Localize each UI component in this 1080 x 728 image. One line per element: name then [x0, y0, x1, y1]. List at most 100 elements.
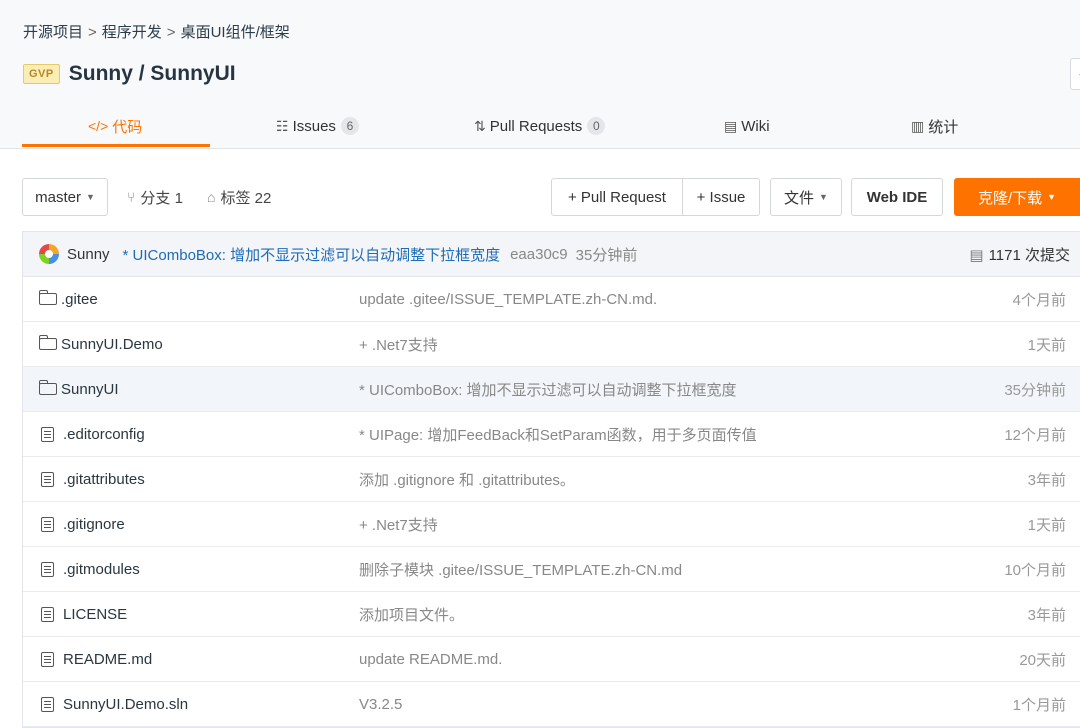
file-commit-message[interactable]: * UIComboBox: 增加不显示过滤可以自动调整下拉框宽度: [359, 379, 737, 400]
tab-wiki[interactable]: ▤ Wiki: [724, 104, 770, 148]
folder-icon: [38, 335, 57, 350]
repo-title-row: GVP Sunny / SunnyUI: [23, 62, 236, 86]
web-ide-button[interactable]: Web IDE: [851, 178, 943, 216]
file-icon: [41, 651, 54, 667]
file-commit-time: 3年前: [1027, 471, 1066, 489]
pull-request-icon: ⇅: [474, 117, 486, 134]
commit-log-icon: ▤: [969, 246, 984, 264]
tags-label: 标签 22: [220, 189, 272, 207]
branch-select[interactable]: master ▼: [22, 178, 108, 216]
file-commit-message[interactable]: + .Net7支持: [359, 514, 438, 535]
author-avatar[interactable]: [39, 244, 59, 264]
table-row[interactable]: .gitattributes 添加 .gitignore 和 .gitattri…: [23, 457, 1080, 502]
file-icon: [41, 606, 54, 622]
file-commit-message[interactable]: 添加 .gitignore 和 .gitattributes。: [359, 469, 575, 490]
file-icon: [41, 696, 54, 712]
clone-label: 克隆/下载: [977, 189, 1043, 207]
tags-link[interactable]: ⌂ 标签 22: [207, 178, 271, 216]
commit-message[interactable]: * UIComboBox: 增加不显示过滤可以自动调整下拉框宽度: [123, 244, 501, 265]
repo-toolbar: master ▼ ⑂ 分支 1 ⌂ 标签 22 + Pull Request +…: [0, 178, 1080, 216]
file-name[interactable]: .gitattributes: [63, 471, 145, 488]
file-commit-time: 1天前: [1027, 336, 1066, 354]
breadcrumb-item[interactable]: 桌面UI组件/框架: [181, 24, 290, 41]
file-commit-time: 1天前: [1027, 516, 1066, 534]
commit-time: 35分钟前: [575, 246, 638, 264]
file-commit-time: 4个月前: [1012, 291, 1066, 309]
file-name[interactable]: SunnyUI: [61, 381, 119, 398]
tab-stats[interactable]: ▥ 统计: [911, 104, 958, 148]
table-row[interactable]: LICENSE 添加项目文件。 3年前: [23, 592, 1080, 637]
file-name[interactable]: SunnyUI.Demo: [61, 336, 163, 353]
new-issue-label: + Issue: [696, 188, 746, 206]
tab-label: 代码: [112, 118, 143, 136]
tab-code[interactable]: </> 代码: [88, 104, 142, 148]
breadcrumb: 开源项目 > 程序开发 > 桌面UI组件/框架: [23, 21, 290, 42]
new-issue-button[interactable]: + Issue: [682, 178, 760, 216]
file-commit-time: 10个月前: [1004, 561, 1066, 579]
table-row[interactable]: .gitee update .gitee/ISSUE_TEMPLATE.zh-C…: [23, 277, 1080, 322]
wiki-icon: ▤: [724, 117, 738, 134]
table-row[interactable]: .gitignore + .Net7支持 1天前: [23, 502, 1080, 547]
file-icon: [41, 426, 54, 442]
breadcrumb-item[interactable]: 程序开发: [102, 24, 162, 41]
file-commit-time: 35分钟前: [1004, 381, 1066, 399]
folder-icon: [38, 290, 57, 305]
file-icon: [41, 471, 54, 487]
file-name[interactable]: .gitee: [61, 291, 98, 308]
file-commit-message[interactable]: + .Net7支持: [359, 334, 438, 355]
file-name[interactable]: LICENSE: [63, 606, 127, 623]
clone-download-button[interactable]: 克隆/下载 ▼: [954, 178, 1080, 216]
branch-icon: ⑂: [127, 189, 136, 205]
tab-label: Issues: [292, 117, 336, 135]
file-name[interactable]: .gitmodules: [63, 561, 140, 578]
file-commit-time: 1个月前: [1012, 696, 1066, 714]
file-commit-message[interactable]: 添加项目文件。: [359, 604, 464, 625]
tag-icon: ⌂: [207, 189, 216, 205]
file-name[interactable]: .editorconfig: [63, 426, 145, 443]
table-row[interactable]: SunnyUI.Demo + .Net7支持 1天前: [23, 322, 1080, 367]
file-commit-message[interactable]: V3.2.5: [359, 696, 402, 713]
file-commit-message[interactable]: 删除子模块 .gitee/ISSUE_TEMPLATE.zh-CN.md: [359, 559, 682, 580]
chart-icon: ▥: [911, 117, 925, 134]
branches-label: 分支 1: [140, 189, 183, 207]
file-commit-time: 20天前: [1019, 651, 1066, 669]
tab-label: 统计: [928, 118, 959, 136]
file-name[interactable]: README.md: [63, 651, 152, 668]
table-row[interactable]: SunnyUI.Demo.sln V3.2.5 1个月前: [23, 682, 1080, 727]
issues-count-badge: 6: [340, 117, 359, 135]
active-tab-indicator: [22, 144, 210, 147]
file-commit-message[interactable]: * UIPage: 增加FeedBack和SetParam函数，用于多页面传值: [359, 424, 757, 445]
file-name[interactable]: .gitignore: [63, 516, 125, 533]
chevron-down-icon: ▼: [819, 192, 828, 202]
chevron-left-icon[interactable]: ‹: [1070, 58, 1080, 90]
tab-label: Wiki: [741, 117, 770, 135]
repo-title[interactable]: Sunny / SunnyUI: [69, 62, 236, 86]
commit-author[interactable]: Sunny: [67, 246, 110, 263]
breadcrumb-separator: >: [88, 24, 97, 41]
branch-name: master: [35, 188, 81, 206]
table-row[interactable]: README.md update README.md. 20天前: [23, 637, 1080, 682]
tab-pull-requests[interactable]: ⇅ Pull Requests 0: [474, 104, 606, 148]
tab-label: Pull Requests: [489, 117, 583, 135]
tab-issues[interactable]: ☷ Issues 6: [276, 104, 359, 148]
commit-sha[interactable]: eaa30c9: [510, 246, 568, 263]
file-commit-message[interactable]: update .gitee/ISSUE_TEMPLATE.zh-CN.md.: [359, 291, 657, 308]
files-dropdown-button[interactable]: 文件 ▼: [770, 178, 842, 216]
new-pull-request-button[interactable]: + Pull Request: [551, 178, 683, 216]
web-ide-label: Web IDE: [866, 188, 928, 206]
repo-tabs: </> 代码 ☷ Issues 6 ⇅ Pull Requests 0 ▤ Wi…: [0, 104, 1080, 148]
file-name[interactable]: SunnyUI.Demo.sln: [63, 696, 188, 713]
gvp-badge[interactable]: GVP: [23, 64, 60, 84]
file-commit-message[interactable]: update README.md.: [359, 651, 502, 668]
table-row[interactable]: SunnyUI * UIComboBox: 增加不显示过滤可以自动调整下拉框宽度…: [23, 367, 1080, 412]
table-row[interactable]: .editorconfig * UIPage: 增加FeedBack和SetPa…: [23, 412, 1080, 457]
issues-icon: ☷: [276, 117, 289, 134]
folder-icon: [38, 380, 57, 395]
table-row[interactable]: .gitmodules 删除子模块 .gitee/ISSUE_TEMPLATE.…: [23, 547, 1080, 592]
breadcrumb-item[interactable]: 开源项目: [23, 24, 83, 41]
file-commit-time: 3年前: [1027, 606, 1066, 624]
file-commit-time: 12个月前: [1004, 426, 1066, 444]
branches-link[interactable]: ⑂ 分支 1: [127, 178, 183, 216]
commit-count-link[interactable]: ▤ 1171 次提交: [969, 232, 1070, 277]
latest-commit-bar: Sunny * UIComboBox: 增加不显示过滤可以自动调整下拉框宽度 e…: [23, 232, 1080, 277]
